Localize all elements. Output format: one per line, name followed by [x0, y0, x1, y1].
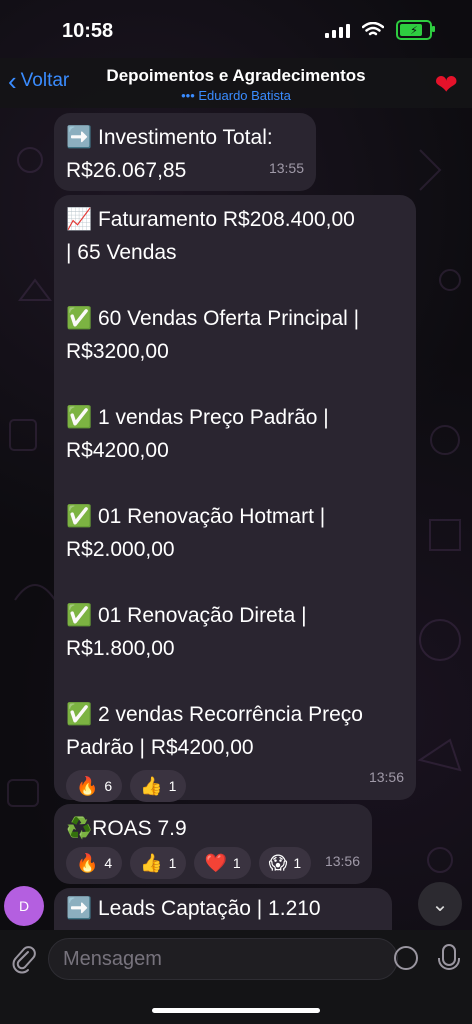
- message-line: R$1.800,00: [66, 637, 175, 660]
- status-bar: 10:58 ⚡: [0, 0, 472, 58]
- chat-header: ‹ Voltar Depoimentos e Agradecimentos ••…: [0, 58, 472, 108]
- reaction-heart[interactable]: ❤️ 1: [194, 847, 251, 879]
- reaction-count: 6: [104, 777, 113, 794]
- message-line: R$4200,00: [66, 439, 169, 462]
- message-bubble[interactable]: ➡️ Investimento Total: R$26.067,85 13:55: [54, 113, 316, 191]
- message-line: ✅ 1 vendas Preço Padrão |: [66, 406, 329, 429]
- status-time: 10:58: [62, 20, 114, 42]
- message-line: [66, 566, 404, 599]
- avatar-initial: D: [18, 898, 30, 914]
- chat-title[interactable]: Depoimentos e Agradecimentos: [0, 66, 472, 86]
- avatar[interactable]: D: [4, 886, 44, 926]
- chevron-down-icon: ⌄: [431, 893, 449, 916]
- message-line: ✅ 01 Renovação Hotmart |: [66, 505, 326, 528]
- reaction-count: 4: [104, 854, 113, 871]
- message-time: 13:56: [368, 769, 404, 785]
- message-line: R$2.000,00: [66, 538, 175, 561]
- status-icons: ⚡: [325, 20, 435, 40]
- message-line: ➡️ Leads Captação | 1.210: [66, 897, 321, 920]
- thumbs-up-emoji-icon: 👍: [140, 852, 163, 873]
- message-line: R$3200,00: [66, 340, 169, 363]
- reaction-thumbs-up[interactable]: 👍 1: [130, 847, 187, 879]
- heart-icon[interactable]: ❤: [435, 68, 458, 101]
- scroll-down-button[interactable]: ⌄: [418, 882, 462, 926]
- reaction-scream[interactable]: 😱 1: [258, 847, 312, 879]
- battery-charging-icon: ⚡: [396, 20, 435, 40]
- message-line: ♻️ROAS 7.9: [66, 817, 187, 840]
- message-line: [66, 467, 404, 500]
- message-bubble[interactable]: ♻️ROAS 7.9 🔥 4 👍 1 ❤️ 1 😱 1 13:56: [54, 804, 372, 884]
- fire-emoji-icon: 🔥: [76, 775, 99, 796]
- cellular-signal-icon: [325, 22, 350, 38]
- message-line: 📈 Faturamento R$208.400,00: [66, 208, 355, 231]
- message-time: 13:56: [324, 853, 360, 869]
- message-line: ✅ 01 Renovação Direta |: [66, 604, 307, 627]
- reaction-count: 1: [168, 777, 177, 794]
- message-line: [66, 269, 404, 302]
- message-text: 📈 Faturamento R$208.400,00 | 65 Vendas ✅…: [66, 203, 404, 764]
- reaction-count: 1: [168, 854, 177, 871]
- message-line: ✅ 2 vendas Recorrência Preço: [66, 703, 363, 726]
- message-line: ✅ 60 Vendas Oferta Principal |: [66, 307, 360, 330]
- message-line: [66, 368, 404, 401]
- chat-subtitle: ••• Eduardo Batista: [181, 88, 291, 103]
- reaction-count: 1: [232, 854, 241, 871]
- microphone-icon[interactable]: [438, 944, 460, 970]
- message-line: ➡️ Investimento Total:: [66, 126, 273, 149]
- reaction-fire[interactable]: 🔥 4: [66, 847, 123, 879]
- reactions-row: 🔥 4 👍 1 ❤️ 1 😱 1: [66, 847, 360, 879]
- message-bubble[interactable]: 📈 Faturamento R$208.400,00 | 65 Vendas ✅…: [54, 195, 416, 802]
- fire-emoji-icon: 🔥: [76, 852, 99, 873]
- message-line: | 65 Vendas: [66, 241, 177, 264]
- message-bubble[interactable]: ➡️ Leads Captação | 1.210: [54, 888, 392, 930]
- reaction-thumbs-up[interactable]: 👍 1: [130, 770, 187, 802]
- message-time: 13:55: [268, 160, 304, 176]
- reactions-row: 🔥 6 👍 1: [66, 770, 404, 802]
- message-line: [66, 665, 404, 698]
- wifi-icon: [362, 22, 384, 36]
- heart-emoji-icon: ❤️: [204, 852, 227, 873]
- reaction-count: 1: [293, 854, 302, 871]
- reaction-fire[interactable]: 🔥 6: [66, 770, 123, 802]
- scream-emoji-icon: 😱: [268, 852, 288, 873]
- home-indicator: [152, 1008, 320, 1013]
- sticker-icon[interactable]: [394, 946, 418, 970]
- thumbs-up-emoji-icon: 👍: [140, 775, 163, 796]
- message-input[interactable]: [48, 938, 398, 980]
- paperclip-icon[interactable]: [12, 944, 36, 974]
- message-line: Padrão | R$4200,00: [66, 736, 254, 759]
